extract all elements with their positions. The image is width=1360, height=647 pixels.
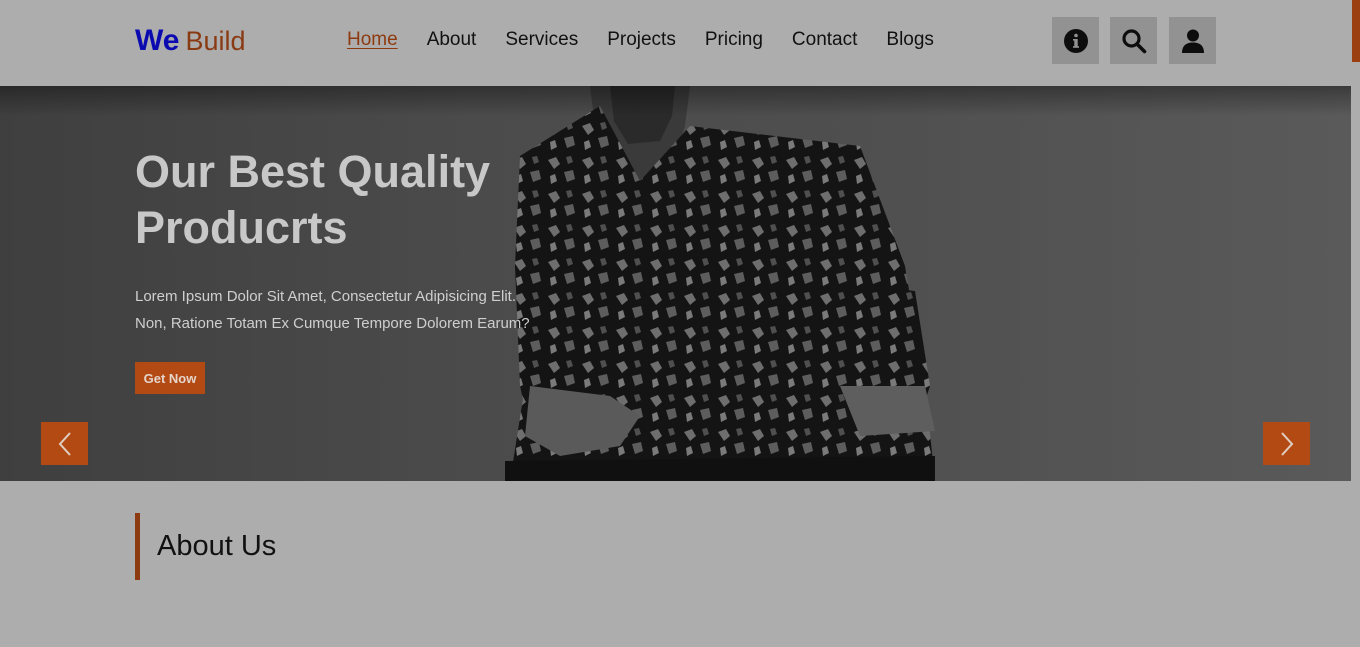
get-now-button[interactable]: Get Now — [135, 362, 205, 394]
brand-part-we: We — [135, 24, 180, 57]
hero-title-line-1: Our Best Quality — [135, 146, 491, 197]
site-header: We Build Home About Services Projects Pri… — [0, 0, 1360, 86]
scroll-indicator — [1352, 0, 1360, 62]
about-section-heading: About Us — [135, 513, 276, 580]
hero-description: Lorem Ipsum Dolor Sit Amet, Consectetur … — [135, 283, 565, 337]
nav-link-home[interactable]: Home — [347, 28, 398, 52]
nav-link-blogs[interactable]: Blogs — [886, 28, 934, 52]
about-heading-text: About Us — [157, 530, 277, 562]
hero-slider: Our Best Quality Producrts Lorem Ipsum D… — [0, 86, 1351, 481]
hero-description-line-2: Non, Ratione Totam Ex Cumque Tempore Dol… — [135, 315, 530, 332]
page: We Build Home About Services Projects Pri… — [0, 0, 1360, 647]
hero-title-line-2: Producrts — [135, 202, 348, 253]
nav-link-about[interactable]: About — [427, 28, 477, 52]
nav-link-services[interactable]: Services — [505, 28, 578, 52]
hero-title: Our Best Quality Producrts — [135, 144, 555, 256]
chevron-right-icon — [1280, 431, 1293, 456]
brand-logo[interactable]: We Build — [135, 22, 246, 60]
nav-link-projects[interactable]: Projects — [607, 28, 676, 52]
nav-link-contact[interactable]: Contact — [792, 28, 857, 52]
user-icon — [1181, 29, 1204, 53]
main-nav: Home About Services Projects Pricing Con… — [347, 28, 934, 52]
header-shadow — [0, 86, 1351, 116]
nav-link-pricing[interactable]: Pricing — [705, 28, 763, 52]
chevron-left-icon — [58, 431, 71, 456]
brand-part-build: Build — [185, 26, 246, 56]
search-icon — [1121, 28, 1146, 53]
user-button[interactable] — [1169, 17, 1216, 64]
info-button[interactable] — [1052, 17, 1099, 64]
slider-next-button[interactable] — [1263, 422, 1310, 465]
info-icon — [1063, 28, 1088, 53]
hero-description-line-1: Lorem Ipsum Dolor Sit Amet, Consectetur … — [135, 288, 516, 305]
search-button[interactable] — [1110, 17, 1157, 64]
slider-prev-button[interactable] — [41, 422, 88, 465]
